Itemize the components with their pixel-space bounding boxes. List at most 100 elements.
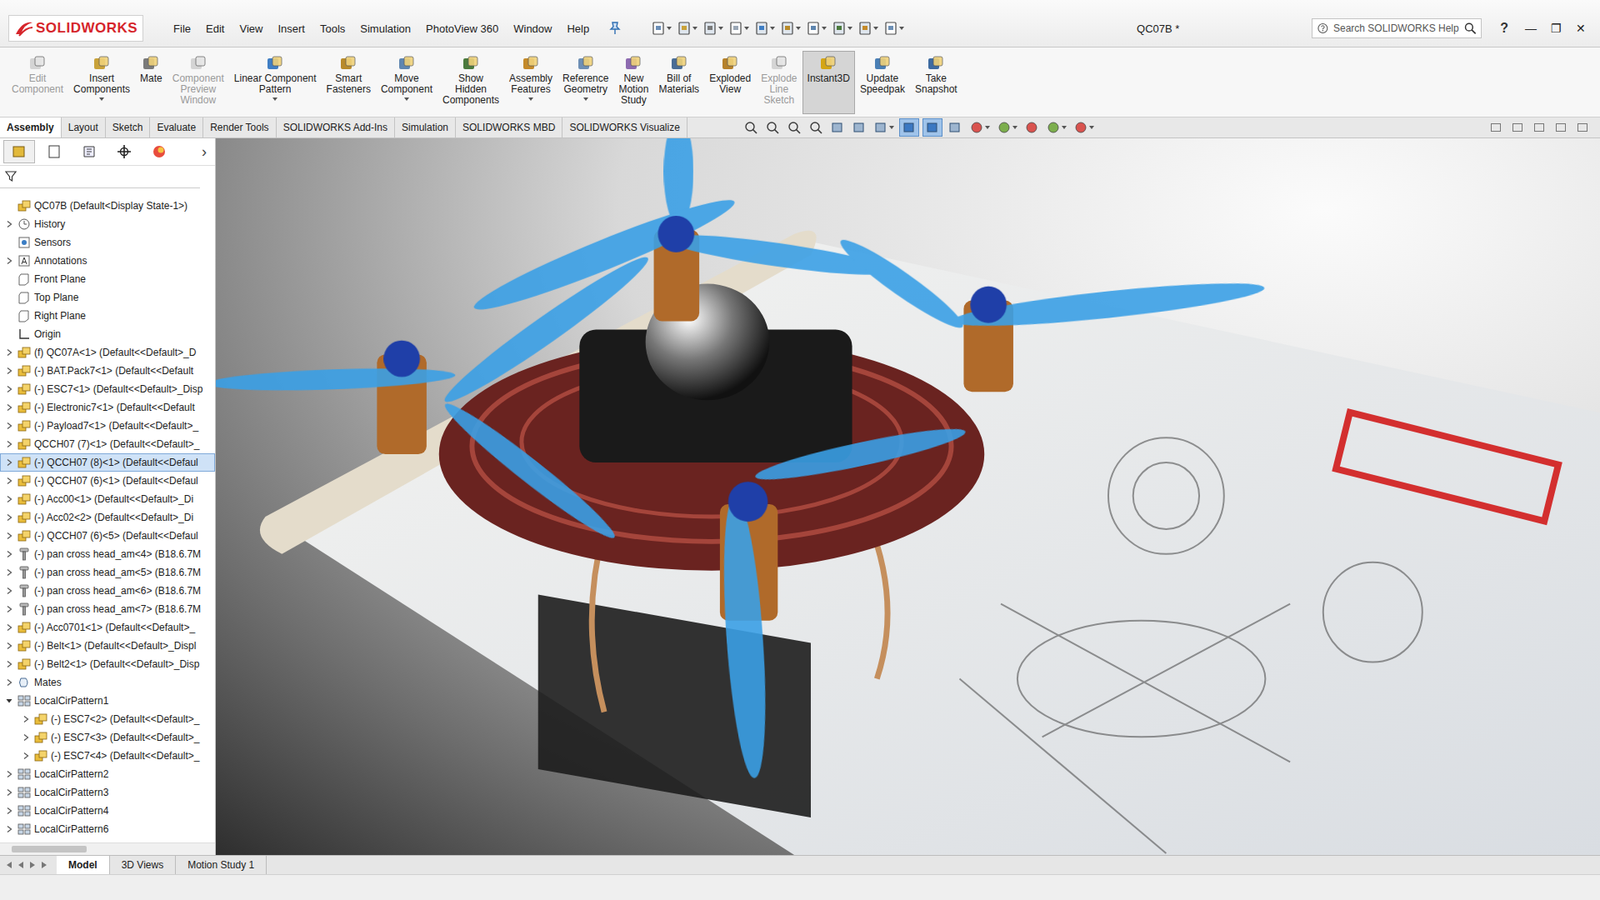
tree-item[interactable]: (-) ESC7<3> (Default<<Default>_ <box>0 728 215 747</box>
tree-item[interactable]: Sensors <box>0 233 215 252</box>
tree-item[interactable]: (-) QCCH07 (8)<1> (Default<<Defaul <box>0 453 215 472</box>
view-tool-button[interactable] <box>785 119 804 136</box>
tree-expander[interactable] <box>4 367 15 375</box>
tree-expander[interactable] <box>4 807 15 815</box>
command-tab[interactable]: Layout <box>61 117 106 138</box>
panel-tab[interactable] <box>73 140 105 164</box>
tree-expander[interactable] <box>4 404 15 411</box>
ribbon-button[interactable]: ExplodedView <box>704 50 756 115</box>
tree-item[interactable]: Front Plane <box>0 270 215 289</box>
tree-expander[interactable] <box>4 642 15 650</box>
tree-item[interactable]: (-) BAT.Pack7<1> (Default<<Default <box>0 361 215 380</box>
tab-scroll-arrow-icon[interactable] <box>40 860 49 870</box>
window-control-button[interactable]: ✕ <box>1570 21 1592 35</box>
menu-item[interactable]: Tools <box>313 20 352 38</box>
view-tool-button[interactable] <box>741 119 760 136</box>
view-tool-button[interactable] <box>1022 119 1041 136</box>
tree-item[interactable]: QCCH07 (7)<1> (Default<<Default>_ <box>0 435 215 454</box>
tree-item[interactable]: (-) Acc02<2> (Default<<Default>_Di <box>0 508 215 527</box>
tree-item[interactable]: Mates <box>0 673 215 692</box>
ribbon-button[interactable]: Bill ofMaterials <box>653 50 705 115</box>
panel-tab[interactable] <box>38 140 70 164</box>
quick-access-button[interactable] <box>857 20 879 36</box>
menu-item[interactable]: Insert <box>270 20 312 38</box>
scrollbar-thumb[interactable] <box>11 845 87 853</box>
view-tool-button[interactable] <box>871 119 896 136</box>
command-tab[interactable]: Assembly <box>0 117 62 138</box>
tree-item[interactable]: (-) pan cross head_am<7> (B18.6.7M <box>0 600 215 619</box>
command-tab[interactable]: SOLIDWORKS Visualize <box>562 117 688 138</box>
command-tab[interactable]: Sketch <box>105 117 151 138</box>
tree-item[interactable]: Annotations <box>0 251 215 270</box>
tree-item[interactable]: (-) QCCH07 (6)<5> (Default<<Defaul <box>0 526 215 545</box>
menu-item[interactable]: File <box>166 20 198 38</box>
command-tab[interactable]: SOLIDWORKS Add-Ins <box>276 117 395 138</box>
view-tool-button[interactable] <box>995 119 1020 136</box>
tree-expander[interactable] <box>4 550 15 558</box>
tree-expander[interactable] <box>20 715 31 723</box>
tree-expander[interactable] <box>4 789 15 796</box>
tree-item[interactable]: (-) Belt2<1> (Default<<Default>_Disp <box>0 655 215 674</box>
menu-item[interactable]: Edit <box>199 20 231 38</box>
quick-access-button[interactable] <box>831 20 853 36</box>
dropdown-arrow-icon[interactable] <box>528 97 534 101</box>
ribbon-button[interactable]: AssemblyFeatures <box>504 50 558 115</box>
view-tool-button[interactable] <box>967 119 992 136</box>
command-tab[interactable]: Simulation <box>395 117 456 138</box>
tree-item[interactable]: (-) ESC7<4> (Default<<Default>_ <box>0 746 215 765</box>
quick-access-button[interactable] <box>883 20 905 36</box>
bottom-tab[interactable]: Model <box>56 855 110 875</box>
tree-item[interactable]: (-) Acc0701<1> (Default<<Default>_ <box>0 618 215 637</box>
window-control-button[interactable]: — <box>1520 21 1542 35</box>
tree-item[interactable]: Origin <box>0 325 215 344</box>
tree-expander[interactable] <box>20 752 31 760</box>
ribbon-button[interactable]: SmartFasteners <box>321 50 376 115</box>
view-tool-button[interactable] <box>945 119 965 136</box>
menu-item[interactable]: Window <box>506 20 559 38</box>
tree-item[interactable]: (-) QCCH07 (6)<1> (Default<<Defaul <box>0 471 215 490</box>
tree-item[interactable]: LocalCirPattern6 <box>0 820 215 839</box>
ribbon-button[interactable]: Mate <box>135 50 168 115</box>
quick-access-button[interactable] <box>728 20 750 36</box>
bottom-tab[interactable]: Motion Study 1 <box>175 855 267 875</box>
view-tool-button[interactable] <box>1044 119 1069 136</box>
tree-expander[interactable] <box>4 514 15 521</box>
view-tool-button[interactable] <box>922 118 943 137</box>
dropdown-arrow-icon[interactable] <box>272 97 278 101</box>
tree-item[interactable]: Right Plane <box>0 306 215 325</box>
tab-scroll-arrow-icon[interactable] <box>5 860 14 870</box>
graphics-area[interactable] <box>215 138 1600 855</box>
quick-access-button[interactable] <box>780 20 801 36</box>
view-tool-button[interactable] <box>806 119 825 136</box>
menu-item[interactable]: Simulation <box>353 20 418 38</box>
command-tab[interactable]: Evaluate <box>150 117 204 138</box>
tree-item[interactable]: History <box>0 215 215 234</box>
dropdown-arrow-icon[interactable] <box>404 97 410 101</box>
tree-expander[interactable] <box>4 605 15 613</box>
ribbon-button[interactable]: ComponentPreviewWindow <box>167 50 230 115</box>
tree-item[interactable]: LocalCirPattern4 <box>0 801 215 820</box>
ribbon-button[interactable]: UpdateSpeedpak <box>855 50 910 115</box>
tree-item[interactable]: Top Plane <box>0 288 215 307</box>
tree-item[interactable]: LocalCirPattern1 <box>0 691 215 710</box>
quick-access-button[interactable] <box>754 20 775 36</box>
tree-item[interactable]: (-) ESC7<1> (Default<<Default>_Disp <box>0 380 215 399</box>
tree-expander[interactable] <box>4 257 15 265</box>
tab-scroll-arrow-icon[interactable] <box>16 860 25 870</box>
help-button[interactable]: ? <box>1488 20 1514 36</box>
quick-access-button[interactable] <box>805 20 827 36</box>
pin-icon[interactable] <box>609 21 621 35</box>
view-tool-button[interactable] <box>850 119 869 136</box>
quick-access-button[interactable] <box>650 20 672 36</box>
tree-item[interactable]: (-) pan cross head_am<6> (B18.6.7M <box>0 581 215 600</box>
panel-tab[interactable] <box>3 140 35 164</box>
view-tool-button[interactable] <box>1071 119 1096 136</box>
tree-expander[interactable] <box>4 220 15 228</box>
tree-item[interactable]: (-) Acc00<1> (Default<<Default>_Di <box>0 490 215 509</box>
tab-scroll-arrow-icon[interactable] <box>28 860 37 870</box>
ribbon-button[interactable]: TakeSnapshot <box>910 50 963 115</box>
viewport-control-icon[interactable] <box>1533 122 1545 133</box>
tree-expander[interactable] <box>4 624 15 631</box>
ribbon-button[interactable]: EditComponent <box>6 50 69 115</box>
tree-expander[interactable] <box>4 422 15 430</box>
